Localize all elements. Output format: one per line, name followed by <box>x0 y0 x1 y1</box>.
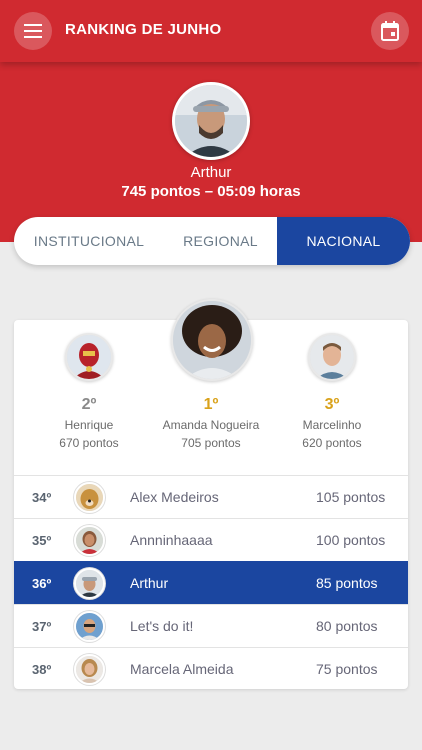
ranking-points: 85 pontos <box>316 575 378 591</box>
ranking-card: 2º Henrique 670 pontos 1º Amanda Nogueir… <box>14 299 408 690</box>
avatar <box>74 611 105 642</box>
ranking-name: Let's do it! <box>130 618 194 634</box>
third-place-avatar[interactable] <box>308 333 356 381</box>
ranking-position: 38º <box>32 661 52 677</box>
third-place-points: 620 pontos <box>302 436 362 450</box>
first-place-avatar[interactable] <box>171 299 253 381</box>
avatar <box>74 525 105 556</box>
ranking-list: 34º Alex Medeiros 105 pontos 35º Annninh… <box>14 475 408 690</box>
first-place-name: Amanda Nogueira <box>162 418 260 432</box>
ranking-points: 75 pontos <box>316 661 378 677</box>
calendar-icon <box>381 21 399 41</box>
ranking-row[interactable]: 34º Alex Medeiros 105 pontos <box>14 475 408 518</box>
avatar <box>74 482 105 513</box>
current-user-avatar <box>172 82 250 160</box>
ranking-row[interactable]: 38º Marcela Almeida 75 pontos <box>14 647 408 690</box>
ranking-points: 100 pontos <box>316 532 386 548</box>
avatar <box>74 654 105 685</box>
menu-button[interactable] <box>14 12 52 50</box>
ranking-points: 105 pontos <box>316 489 386 505</box>
ranking-position: 35º <box>32 532 52 548</box>
top-app-bar: RANKING DE JUNHO <box>0 0 422 62</box>
ranking-points: 80 pontos <box>316 618 378 634</box>
current-user-stats: 745 pontos – 05:09 horas <box>121 183 301 200</box>
third-place-rank: 3º <box>324 396 340 413</box>
ranking-row[interactable]: 37º Let's do it! 80 pontos <box>14 604 408 647</box>
tab-institucional[interactable]: INSTITUCIONAL <box>14 217 164 265</box>
ranking-name: Annninhaaaa <box>130 532 213 548</box>
second-place-rank: 2º <box>81 396 97 413</box>
ranking-name: Arthur <box>130 575 169 591</box>
ranking-position: 37º <box>32 618 52 634</box>
tab-nacional[interactable]: NACIONAL <box>277 217 410 265</box>
ranking-row[interactable]: 35º Annninhaaaa 100 pontos <box>14 518 408 561</box>
scope-tabs: INSTITUCIONAL REGIONAL NACIONAL <box>14 217 410 265</box>
second-place-name: Henrique <box>64 418 114 432</box>
ranking-position: 36º <box>32 575 52 591</box>
avatar <box>74 568 105 599</box>
first-place-rank: 1º <box>203 396 219 413</box>
ranking-row-current-user[interactable]: 36º Arthur 85 pontos <box>14 561 408 604</box>
second-place-points: 670 pontos <box>59 436 119 450</box>
first-place-points: 705 pontos <box>181 436 241 450</box>
ranking-name: Alex Medeiros <box>130 489 219 505</box>
ranking-name: Marcela Almeida <box>130 661 234 677</box>
current-user-name: Arthur <box>190 164 232 181</box>
ranking-position: 34º <box>32 489 52 505</box>
third-place-name: Marcelinho <box>302 418 362 432</box>
tab-regional[interactable]: REGIONAL <box>164 217 277 265</box>
second-place-avatar[interactable] <box>65 333 113 381</box>
menu-icon <box>24 24 42 38</box>
calendar-button[interactable] <box>371 12 409 50</box>
page-title: RANKING DE JUNHO <box>65 21 222 38</box>
